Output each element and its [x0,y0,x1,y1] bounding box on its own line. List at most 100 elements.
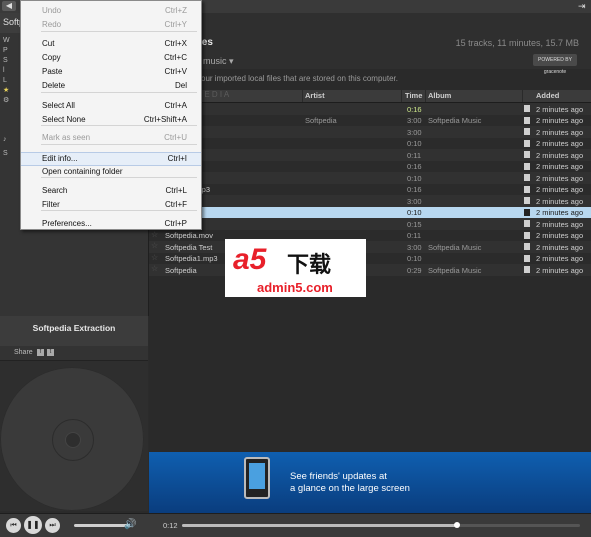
table-row[interactable]: ☆xtraction0:162 minutes ago [149,103,591,115]
track-list: ☆xtraction0:162 minutes ago☆estSoftpedia… [149,103,591,276]
track-added: 2 minutes ago [536,185,584,194]
disc-hole [65,432,81,448]
share-label[interactable]: Share [14,349,33,356]
progress-bar[interactable] [182,522,580,528]
column-divider[interactable] [302,90,303,102]
admin5-logo: a5 [233,243,267,276]
table-row[interactable]: ☆nov0:112 minutes ago [149,149,591,161]
table-row[interactable]: ☆est.mp33:002 minutes ago [149,195,591,207]
filter-dropdown[interactable]: music ▾ [203,56,234,67]
menu-item-label: Mark as seen [42,133,91,142]
track-title: Softpedia.mov [165,231,213,240]
menu-item-label: Cut [42,39,55,48]
music-note-icon[interactable]: ♪ [3,136,11,144]
column-header-added[interactable]: Added [536,91,559,100]
table-row[interactable]: ☆est_1.mp33:002 minutes ago [149,126,591,138]
table-row[interactable]: ☆mp30:102 minutes ago [149,172,591,184]
track-time: 0:11 [407,150,422,160]
progress-fill [182,524,457,527]
star-icon[interactable]: ☆ [151,264,158,273]
library-header: les 15 tracks, 11 minutes, 15.7 MB music… [149,13,591,75]
elapsed-time: 0:12 [163,521,178,530]
back-arrow-icon[interactable]: ◀ [2,1,16,11]
menu-item[interactable]: Select All Ctrl+A [21,100,201,112]
table-row[interactable]: ☆np30:162 minutes ago [149,160,591,172]
ad-banner[interactable]: See friends' updates at a glance on the … [149,452,591,513]
track-added: 2 minutes ago [536,231,584,240]
column-header-artist[interactable]: Artist [305,91,325,100]
star-icon[interactable]: ☆ [151,253,158,262]
menu-item[interactable]: Search Ctrl+L [21,185,201,197]
speaker-icon[interactable]: 🔊 [124,519,136,530]
local-file-icon [524,128,530,135]
column-divider[interactable] [522,90,523,102]
menu-separator [41,210,197,211]
menu-item-label: Select All [42,101,75,110]
track-added: 2 minutes ago [536,242,584,252]
menu-separator [41,177,197,178]
facebook-icon[interactable]: f [37,349,44,356]
table-row[interactable]: ☆ Softpedia 0:29 Softpedia Music 2 minutes a… [149,264,591,276]
table-row[interactable]: ☆gp0:102 minutes ago [149,137,591,149]
menu-item[interactable]: Preferences... Ctrl+P [21,218,201,230]
menu-item-shortcut: Ctrl+C [164,53,187,62]
track-added: 2 minutes ago [536,116,584,125]
track-time: 0:10 [407,173,422,183]
menu-item[interactable]: Cut Ctrl+X [21,38,201,50]
menu-item[interactable]: Delete Del [21,80,201,92]
track-time: 0:16 [407,185,422,194]
menu-item-shortcut: Ctrl+I [167,154,187,163]
sidebar-item-icon[interactable]: L [3,77,11,85]
table-row[interactable]: ☆ Softpedia Test 3:00 Softpedia Music 2 minu… [149,241,591,253]
menu-item[interactable]: Edit info... Ctrl+I [21,152,201,166]
column-divider[interactable] [425,90,426,102]
track-time: 0:10 [407,254,422,263]
column-divider[interactable] [401,90,402,102]
track-time: 0:10 [407,208,422,217]
local-file-icon [524,139,530,147]
pause-icon[interactable]: ❚❚ [24,516,42,534]
progress-knob[interactable] [453,522,460,528]
menu-item[interactable]: Undo Ctrl+Z [21,5,201,17]
menu-separator [41,92,197,93]
sidebar-item-icon[interactable]: W [3,37,11,45]
local-file-icon [524,208,530,216]
prev-icon[interactable]: ⏮ [6,518,21,533]
gear-icon[interactable]: ⚙ [3,97,11,105]
table-row[interactable]: ☆gp0:102 minutes ago [149,206,591,218]
table-row[interactable]: ☆estSoftpedia3:00Softpedia Music2 minute… [149,114,591,126]
star-icon[interactable]: ☆ [151,241,158,250]
track-added: 2 minutes ago [536,139,584,148]
table-row[interactable]: ☆oftpedia0:152 minutes ago [149,218,591,230]
menu-item-shortcut: Ctrl+Shift+A [143,115,187,124]
menu-item[interactable]: Copy Ctrl+C [21,52,201,64]
menu-separator [41,31,197,32]
sidebar-item-icon[interactable]: P [3,47,11,55]
menu-item-label: Undo [42,6,62,15]
next-icon[interactable]: ⏭ [45,518,60,533]
sidebar-item-icon[interactable]: l [3,67,11,75]
column-header-time[interactable]: Time [405,91,422,100]
menu-item-label: Preferences... [42,219,92,228]
star-icon[interactable]: ☆ [151,230,158,239]
volume-slider[interactable] [74,524,128,527]
column-header-album[interactable]: Album [428,91,451,100]
menu-item[interactable]: Mark as seen Ctrl+U [21,132,201,144]
sidebar-item-icon[interactable]: S [3,150,11,158]
track-time: 0:11 [407,231,422,240]
track-time: 3:00 [407,127,422,137]
star-icon[interactable]: ★ [3,87,11,95]
local-file-icon [524,185,530,193]
local-file-icon [524,116,530,124]
local-file-icon [524,174,530,181]
twitter-icon[interactable]: t [47,349,54,356]
menu-item[interactable]: Paste Ctrl+V [21,66,201,78]
table-row[interactable]: ☆xtraction.mp30:162 minutes ago [149,183,591,195]
track-time: 3:00 [407,196,422,206]
menu-item[interactable]: Redo Ctrl+Y [21,19,201,31]
sidebar-item-icon[interactable]: S [3,57,11,65]
table-row[interactable]: ☆ Softpedia.mov 0:11 2 minutes ago [149,229,591,241]
ad-text-line-1: See friends' updates at [290,471,387,482]
table-row[interactable]: ☆ Softpedia1.mp3 0:10 2 minutes ago [149,252,591,264]
exit-icon[interactable]: ⇥ [578,1,588,11]
